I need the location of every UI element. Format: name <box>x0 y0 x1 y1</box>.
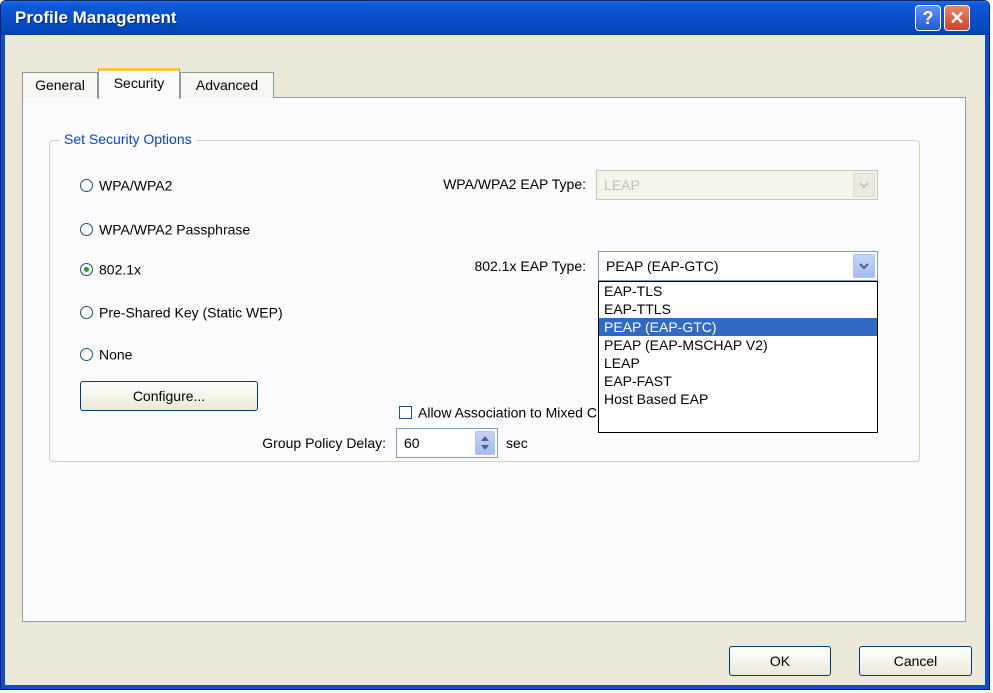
title-bar[interactable]: Profile Management ? ✕ <box>1 1 989 35</box>
wpa-eap-type-select[interactable]: LEAP <box>596 170 878 200</box>
chevron-down-icon[interactable] <box>853 254 875 278</box>
group-policy-delay-unit: sec <box>506 435 528 451</box>
dropdown-item-selected[interactable]: PEAP (EAP-GTC) <box>599 318 877 336</box>
group-policy-delay-value: 60 <box>404 435 420 451</box>
radio-label: Pre-Shared Key (Static WEP) <box>99 304 283 321</box>
cancel-button[interactable]: Cancel <box>859 646 972 676</box>
checkbox-label: Allow Association to Mixed Cells <box>418 404 597 421</box>
window-frame-bottom <box>1 685 989 689</box>
dropdown-item[interactable]: Host Based EAP <box>599 390 877 408</box>
radio-none[interactable]: None <box>80 342 132 364</box>
group-policy-delay-label: Group Policy Delay: <box>262 435 386 451</box>
radio-label: WPA/WPA2 Passphrase <box>99 221 251 238</box>
window-frame-right <box>985 35 989 689</box>
tab-advanced[interactable]: Advanced <box>180 72 274 98</box>
dot1x-eap-type-label: 802.1x EAP Type: <box>474 258 586 274</box>
radio-wpa-wpa2[interactable]: WPA/WPA2 <box>80 173 172 195</box>
eap-type-dropdown-list: EAP-TLS EAP-TTLS PEAP (EAP-GTC) PEAP (EA… <box>598 281 878 433</box>
spin-buttons[interactable] <box>475 431 495 455</box>
radio-circle <box>80 178 93 192</box>
window-title: Profile Management <box>15 8 177 27</box>
allow-association-checkbox[interactable]: Allow Association to Mixed Cells <box>399 400 597 422</box>
radio-circle <box>80 305 93 319</box>
radio-pre-shared-key[interactable]: Pre-Shared Key (Static WEP) <box>80 300 283 322</box>
radio-dot <box>84 266 89 272</box>
checkbox-box <box>399 405 412 419</box>
tab-general[interactable]: General <box>22 72 98 98</box>
wpa-eap-type-value: LEAP <box>604 177 640 193</box>
spin-down-icon[interactable] <box>481 445 489 450</box>
close-icon[interactable]: ✕ <box>944 5 970 31</box>
radio-wpa-wpa2-passphrase[interactable]: WPA/WPA2 Passphrase <box>80 217 250 239</box>
spin-up-icon[interactable] <box>481 436 489 441</box>
radio-circle-checked <box>80 262 93 276</box>
radio-802-1x[interactable]: 802.1x <box>80 257 141 279</box>
dropdown-item[interactable]: EAP-FAST <box>599 372 877 390</box>
group-label: Set Security Options <box>60 131 196 147</box>
dot1x-eap-type-value: PEAP (EAP-GTC) <box>606 258 719 274</box>
radio-circle <box>80 222 93 236</box>
tab-security[interactable]: Security <box>98 68 180 99</box>
radio-label: None <box>99 346 133 363</box>
dropdown-item[interactable]: LEAP <box>599 354 877 372</box>
dropdown-item[interactable]: PEAP (EAP-MSCHAP V2) <box>599 336 877 354</box>
help-icon[interactable]: ? <box>915 5 941 31</box>
radio-label: WPA/WPA2 <box>99 177 173 194</box>
radio-label: 802.1x <box>99 261 142 278</box>
window-frame-left <box>1 35 5 689</box>
group-policy-delay-stepper[interactable]: 60 <box>396 428 498 458</box>
configure-button[interactable]: Configure... <box>80 381 258 411</box>
dropdown-item[interactable]: EAP-TTLS <box>599 300 877 318</box>
radio-circle <box>80 347 93 361</box>
dot1x-eap-type-select[interactable]: PEAP (EAP-GTC) <box>598 251 878 281</box>
wpa-eap-type-label: WPA/WPA2 EAP Type: <box>443 176 586 192</box>
dropdown-item[interactable]: EAP-TLS <box>599 282 877 300</box>
ok-button[interactable]: OK <box>729 646 831 676</box>
chevron-down-icon <box>853 173 875 197</box>
